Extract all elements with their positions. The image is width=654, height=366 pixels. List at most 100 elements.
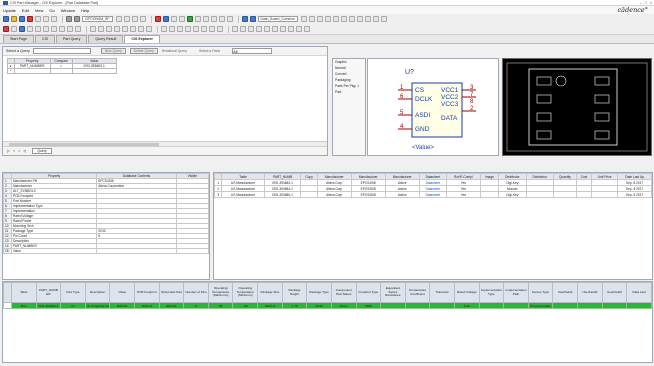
grid-cell[interactable]: Programmable	[527, 302, 554, 309]
table-row[interactable]: Misc ISSI-393683-1 IC IC, Programmable EPCS4…	[3, 302, 652, 309]
grid-cell[interactable]: -40	[232, 302, 259, 309]
zoom-in-icon[interactable]	[115, 16, 122, 22]
grid-column-header[interactable]: Component Part Status	[330, 282, 357, 303]
minimize-button[interactable]: –	[640, 1, 642, 5]
nav-last-icon[interactable]: >|	[23, 149, 26, 153]
search-icon[interactable]	[365, 16, 371, 22]
polyline-icon[interactable]	[90, 26, 96, 32]
grid-column-header[interactable]: Implementation Type	[478, 282, 505, 303]
arc-icon[interactable]	[98, 26, 104, 32]
grid-cell[interactable]: 3.3V	[453, 302, 480, 309]
grid-cell[interactable]	[429, 302, 455, 309]
net-icon[interactable]	[178, 16, 185, 22]
menu-update[interactable]: Update	[3, 8, 16, 13]
layer-icon[interactable]	[232, 26, 238, 32]
print-icon[interactable]	[288, 26, 294, 32]
replace-icon[interactable]	[373, 16, 379, 22]
grid-column-header[interactable]: Operating Temperature (Minimum)	[232, 282, 259, 303]
grid-cell[interactable]: IC	[60, 302, 86, 309]
prop-cell-property[interactable]: Value	[10, 248, 98, 254]
menu-help[interactable]: Help	[81, 8, 89, 13]
parts-cell[interactable]	[576, 191, 592, 198]
image-icon[interactable]	[122, 26, 128, 32]
nav-next-icon[interactable]: >	[18, 149, 20, 153]
grid-column-header[interactable]: Rated Voltage	[453, 282, 480, 303]
tab-cis-explorer[interactable]: CIS Explorer	[124, 35, 160, 43]
lock-icon[interactable]	[217, 26, 223, 32]
text-icon[interactable]	[202, 16, 209, 22]
parts-cell[interactable]	[525, 191, 554, 198]
net-alias-icon[interactable]	[35, 26, 41, 32]
datasheet-link[interactable]: Datasheet	[418, 191, 448, 198]
bezier-icon[interactable]	[114, 26, 120, 32]
junction-icon[interactable]	[43, 26, 49, 32]
ieee-icon[interactable]	[130, 26, 136, 32]
redo-icon[interactable]	[74, 16, 80, 22]
rect-icon[interactable]	[218, 16, 225, 22]
grid-column-header[interactable]: Footprint Type	[355, 282, 382, 303]
export-icon[interactable]	[272, 26, 278, 32]
hierarchical-port-icon[interactable]	[59, 26, 65, 32]
close-button[interactable]: ×	[650, 1, 652, 5]
menu-view[interactable]: View	[35, 8, 44, 13]
grid-cell[interactable]	[478, 302, 505, 309]
footprint-preview[interactable]	[502, 58, 652, 156]
grid-column-header[interactable]: Temperature Coefficient	[404, 282, 431, 303]
grid-cell[interactable]: 1.75	[281, 302, 308, 309]
save-icon[interactable]	[19, 16, 25, 22]
grid-column-header[interactable]: Number of Pins	[183, 282, 209, 303]
table-row[interactable]: ▸ PART_NUMBER = ISSI-393683-1	[7, 63, 117, 69]
tab-start-page[interactable]: Start Page	[3, 35, 34, 43]
grid-column-header[interactable]: UserField3	[601, 282, 628, 303]
grid-cell[interactable]: Misc	[11, 302, 37, 309]
align-left-icon[interactable]	[161, 26, 167, 32]
parts-cell[interactable]: EPCS4SI8	[350, 191, 386, 198]
grid-cell[interactable]	[503, 302, 529, 309]
color-icon[interactable]	[240, 26, 246, 32]
grid-cell[interactable]: EPCS4	[158, 302, 185, 309]
parts-cell[interactable]	[552, 191, 578, 198]
group-icon[interactable]	[201, 26, 207, 32]
pin-array-icon[interactable]	[27, 26, 33, 32]
part-icon[interactable]	[11, 26, 17, 32]
ellipse-icon[interactable]	[106, 26, 112, 32]
copy-icon[interactable]	[43, 16, 49, 22]
grid-cell[interactable]: SOIC-8	[134, 302, 160, 309]
grid-cell[interactable]: SOIC	[306, 302, 332, 309]
power-icon[interactable]	[186, 16, 193, 22]
browse-icon[interactable]	[357, 16, 363, 22]
grid-column-header[interactable]: Data Last	[626, 282, 652, 303]
maximize-button[interactable]: □	[645, 1, 647, 5]
tab-query[interactable]: Query	[32, 148, 52, 154]
no-connect-icon[interactable]	[51, 26, 57, 32]
grid-cell[interactable]: Active	[330, 302, 357, 309]
grid-column-header[interactable]	[3, 282, 12, 303]
grid-column-header[interactable]: UserField2	[577, 282, 603, 303]
paste-icon[interactable]	[51, 16, 57, 22]
grid-column-header[interactable]: Description	[84, 282, 111, 303]
new-icon[interactable]	[3, 16, 9, 22]
grid-column-header[interactable]: Schematic Part	[158, 282, 185, 303]
drc-icon[interactable]	[317, 16, 323, 22]
delete-icon[interactable]	[27, 16, 33, 22]
grid-column-header[interactable]: Package Height	[281, 282, 308, 303]
grid-column-header[interactable]: Table	[11, 282, 37, 303]
rotate-icon[interactable]	[138, 26, 144, 32]
project-combo[interactable]: OPTIONSM_RF	[82, 16, 113, 22]
refresh-icon[interactable]	[296, 26, 302, 32]
table-row[interactable]: 15 Value	[3, 248, 210, 254]
nav-first-icon[interactable]: |<	[7, 149, 10, 153]
parts-cell[interactable]: Yes	[446, 191, 481, 198]
align-top-icon[interactable]	[177, 26, 183, 32]
menu-edit[interactable]: Edit	[22, 8, 29, 13]
tab-part-query[interactable]: Part Query	[55, 35, 88, 43]
select-icon[interactable]	[3, 26, 9, 32]
parts-cell[interactable]: Digi-Key	[498, 191, 527, 198]
grid-column-header[interactable]: UserField1	[552, 282, 579, 303]
circle-icon[interactable]	[226, 16, 233, 22]
grid-cell[interactable]	[3, 302, 12, 309]
parts-cell[interactable]: US Manufacturer	[221, 191, 265, 198]
select-parts-combo[interactable]: All	[232, 48, 273, 54]
grid-cell[interactable]	[380, 302, 406, 309]
grid-column-header[interactable]: Equivalent Series Resistance	[380, 282, 406, 303]
